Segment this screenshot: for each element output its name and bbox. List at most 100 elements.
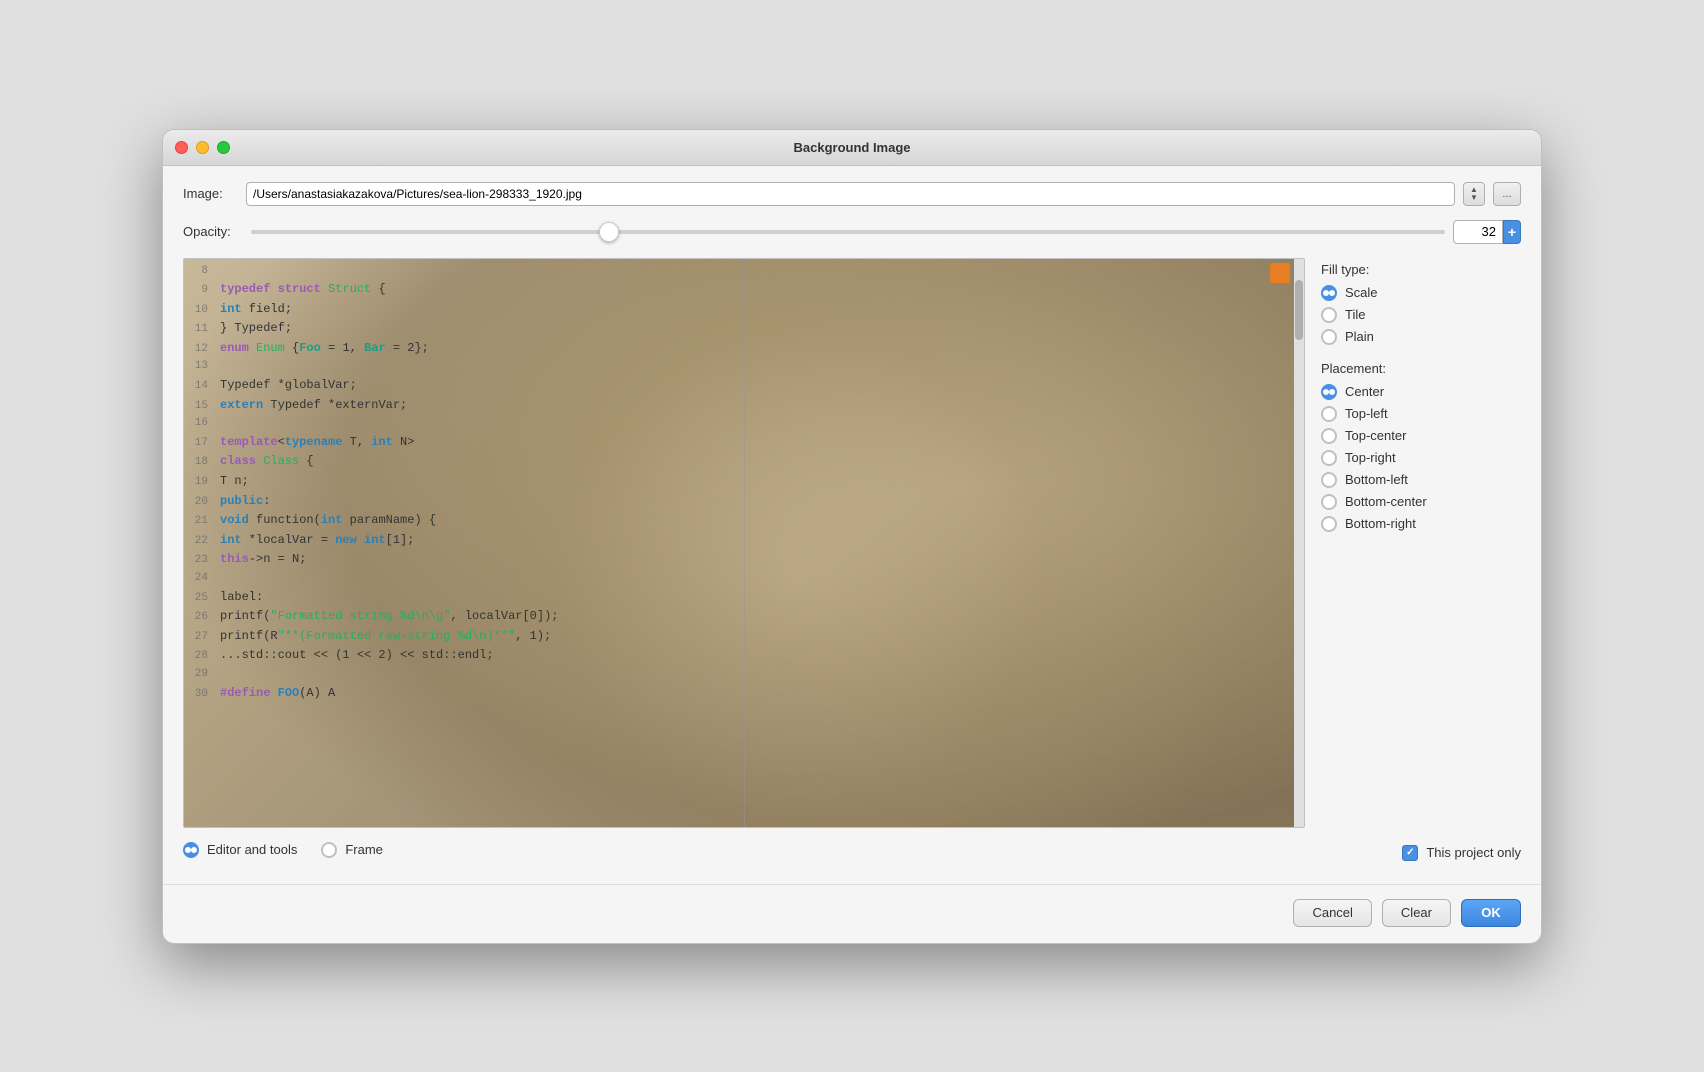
placement-center[interactable]: Center	[1321, 384, 1521, 400]
code-token: Typedef;	[234, 321, 292, 335]
line-number: 29	[188, 666, 220, 684]
placement-top-right[interactable]: Top-right	[1321, 450, 1521, 466]
background-image-dialog: Background Image Image: ▲ ▼ ... Opacity:	[162, 129, 1542, 944]
ok-button[interactable]: OK	[1461, 899, 1521, 927]
line-number: 21	[188, 513, 220, 531]
code-token: #define	[220, 686, 270, 700]
preview-scrollbar[interactable]	[1294, 259, 1304, 827]
line-number: 18	[188, 454, 220, 472]
code-token: extern	[220, 398, 263, 412]
project-only-checkbox[interactable]: ✓	[1402, 845, 1418, 861]
frame-label: Frame	[345, 842, 383, 857]
image-spinner[interactable]: ▲ ▼	[1463, 182, 1485, 206]
placement-top-right-radio[interactable]	[1321, 450, 1337, 466]
placement-bottom-left[interactable]: Bottom-left	[1321, 472, 1521, 488]
code-token: [1];	[386, 533, 415, 547]
line-number: 19	[188, 474, 220, 492]
code-token: ->n =	[249, 552, 292, 566]
code-token: struct	[278, 282, 321, 296]
image-row: Image: ▲ ▼ ...	[183, 182, 1521, 206]
line-number: 26	[188, 609, 220, 627]
code-token: Class	[263, 454, 299, 468]
code-token: {	[371, 282, 385, 296]
frame-radio[interactable]	[321, 842, 337, 858]
line-number: 10	[188, 302, 220, 320]
fill-type-tile-radio[interactable]	[1321, 307, 1337, 323]
code-token: {	[285, 341, 299, 355]
line-number: 15	[188, 398, 220, 416]
code-token: (A) A	[299, 686, 335, 700]
footer: Cancel Clear OK	[163, 884, 1541, 943]
line-number: 22	[188, 533, 220, 551]
fill-type-scale-radio[interactable]	[1321, 285, 1337, 301]
placement-bottom-center-radio[interactable]	[1321, 494, 1337, 510]
opacity-stepper[interactable]: +	[1503, 220, 1521, 244]
placement-top-left-label: Top-left	[1345, 406, 1388, 421]
line-number: 23	[188, 552, 220, 570]
editor-tools-label: Editor and tools	[207, 842, 297, 857]
image-path-input[interactable]	[246, 182, 1455, 206]
code-token	[270, 686, 277, 700]
line-content: template<typename T, int N>	[220, 433, 1300, 452]
code-token: Struct	[328, 282, 371, 296]
code-token: {	[299, 454, 313, 468]
project-only-item[interactable]: ✓ This project only	[1402, 845, 1521, 861]
orange-indicator	[1270, 263, 1290, 283]
code-token: paramName) {	[342, 513, 436, 527]
line-content: extern Typedef *externVar;	[220, 396, 1300, 415]
code-token: this	[220, 552, 249, 566]
fill-type-scale[interactable]: Scale	[1321, 285, 1521, 301]
placement-top-left-radio[interactable]	[1321, 406, 1337, 422]
browse-button[interactable]: ...	[1493, 182, 1521, 206]
placement-center-radio[interactable]	[1321, 384, 1337, 400]
fill-type-scale-label: Scale	[1345, 285, 1378, 300]
placement-bottom-right[interactable]: Bottom-right	[1321, 516, 1521, 532]
placement-bottom-center[interactable]: Bottom-center	[1321, 494, 1521, 510]
placement-radios: Center Top-left Top-center Top-right Bottom-…	[1321, 384, 1521, 532]
clear-button[interactable]: Clear	[1382, 899, 1451, 927]
placement-top-center[interactable]: Top-center	[1321, 428, 1521, 444]
line-content: printf(R"**(Formatted raw-string %d\n)**…	[220, 627, 1300, 646]
minimize-button[interactable]	[196, 141, 209, 154]
code-token: enum	[220, 341, 249, 355]
editor-tools-option[interactable]: Editor and tools	[183, 842, 297, 858]
code-token: new	[335, 533, 357, 547]
placement-bottom-center-label: Bottom-center	[1345, 494, 1427, 509]
placement-bottom-left-radio[interactable]	[1321, 472, 1337, 488]
code-token: Typedef *externVar;	[263, 398, 407, 412]
close-button[interactable]	[175, 141, 188, 154]
frame-option[interactable]: Frame	[321, 842, 383, 858]
project-only-label: This project only	[1426, 845, 1521, 860]
code-token	[321, 282, 328, 296]
placement-top-center-radio[interactable]	[1321, 428, 1337, 444]
placement-bottom-right-radio[interactable]	[1321, 516, 1337, 532]
scrollbar-thumb[interactable]	[1295, 280, 1303, 340]
line-number: 27	[188, 629, 220, 647]
code-token: "Formatted string %d\n\g"	[270, 609, 450, 623]
code-token: class	[220, 454, 256, 468]
fill-type-plain-radio[interactable]	[1321, 329, 1337, 345]
editor-tools-radio[interactable]	[183, 842, 199, 858]
cancel-button[interactable]: Cancel	[1293, 899, 1371, 927]
code-token: ...std::cout << (1 << 2) << std::endl;	[220, 648, 494, 662]
browse-label: ...	[1502, 188, 1511, 200]
placement-top-left[interactable]: Top-left	[1321, 406, 1521, 422]
code-token: Foo	[299, 341, 321, 355]
code-token: function(	[249, 513, 321, 527]
fill-type-group: Fill type: ScaleTilePlain	[1321, 262, 1521, 345]
code-token: = 1,	[321, 341, 364, 355]
line-number: 17	[188, 435, 220, 453]
opacity-slider-thumb[interactable]	[599, 222, 619, 242]
maximize-button[interactable]	[217, 141, 230, 154]
code-token: :	[263, 494, 270, 508]
opacity-value: 32	[1482, 224, 1496, 239]
code-token: field;	[242, 302, 292, 316]
code-token: int	[220, 302, 242, 316]
fill-type-tile[interactable]: Tile	[1321, 307, 1521, 323]
fill-type-plain-label: Plain	[1345, 329, 1374, 344]
line-content: label:	[220, 588, 1300, 607]
line-number: 9	[188, 282, 220, 300]
opacity-slider-container	[251, 222, 1445, 242]
code-token: FOO	[278, 686, 300, 700]
fill-type-plain[interactable]: Plain	[1321, 329, 1521, 345]
